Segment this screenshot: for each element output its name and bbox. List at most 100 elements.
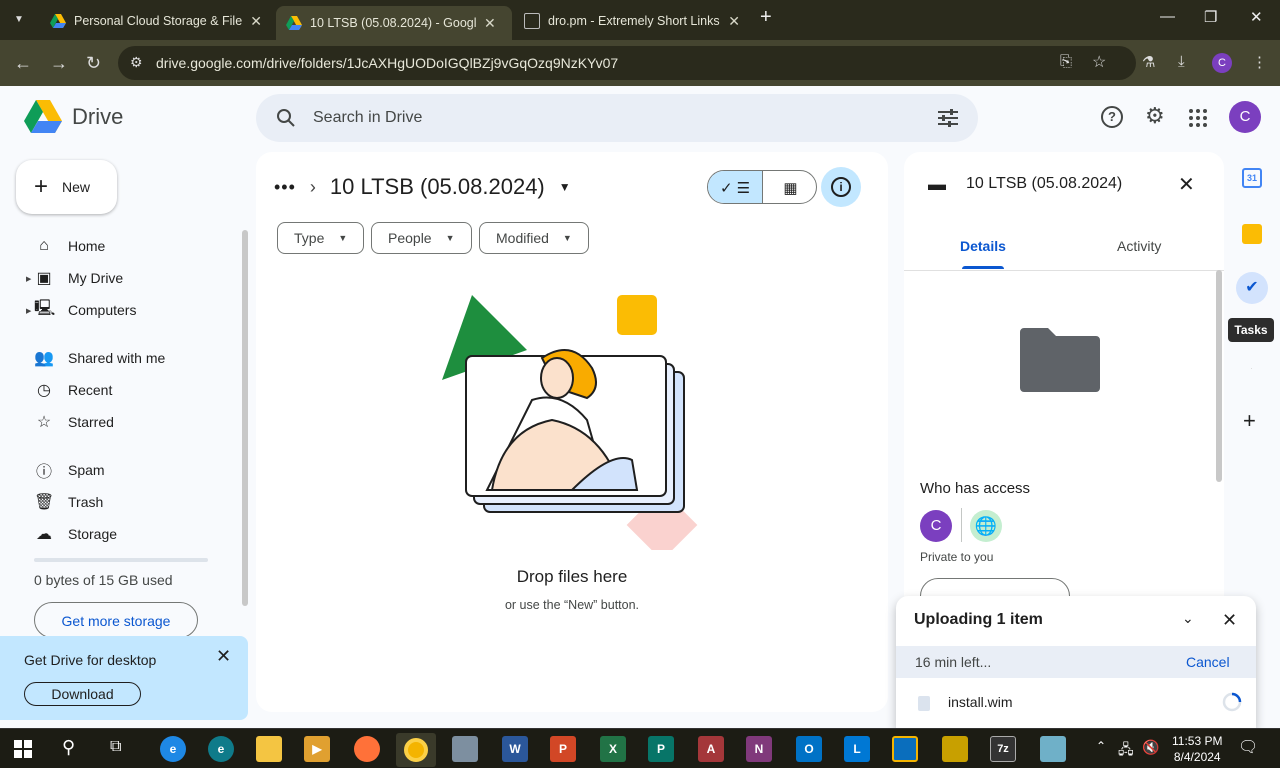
tab-activity[interactable]: Activity [1117, 238, 1161, 254]
close-details-icon[interactable]: ✕ [1178, 172, 1195, 197]
search-bar[interactable]: Search in Drive [256, 94, 978, 142]
sidebar-item-shared[interactable]: 👥 Shared with me [34, 346, 165, 370]
more-ancestors-icon[interactable]: ••• [274, 177, 296, 198]
expand-caret-icon[interactable]: ▶ [26, 275, 31, 283]
browser-profile-avatar[interactable]: C [1212, 53, 1232, 73]
close-window-icon[interactable]: ✕ [1250, 8, 1263, 26]
firefox-icon[interactable] [354, 736, 380, 762]
app-icon[interactable] [892, 736, 918, 762]
close-upload-icon[interactable]: ✕ [1222, 610, 1237, 631]
sidebar-item-storage[interactable]: ☁ Storage [34, 522, 117, 546]
sidebar-scrollbar[interactable] [242, 230, 248, 606]
sidebar-item-spam[interactable]: ⓘ Spam [34, 458, 105, 482]
notepad-icon[interactable] [1040, 736, 1066, 762]
list-view-button[interactable]: ✓ ☰ [708, 171, 763, 203]
browser-tab-active[interactable]: 10 LTSB (05.08.2024) - Google D ✕ [276, 6, 512, 40]
sidebar-item-label: Trash [68, 494, 104, 510]
keep-icon[interactable] [1242, 224, 1262, 244]
sidebar-item-my-drive[interactable]: ▣ My Drive [34, 266, 123, 290]
download-button[interactable]: Download [24, 682, 141, 706]
folder-title[interactable]: 10 LTSB (05.08.2024) [330, 174, 545, 200]
access-icon[interactable]: A [698, 736, 724, 762]
sidebar-item-home[interactable]: ⌂ Home [34, 234, 105, 258]
access-avatar[interactable]: C [920, 510, 952, 542]
network-app-icon[interactable] [452, 736, 478, 762]
edge-icon[interactable]: e [208, 736, 234, 762]
file-explorer-icon[interactable] [256, 736, 282, 762]
close-promo-icon[interactable]: ✕ [216, 646, 231, 667]
access-divider [961, 508, 962, 542]
filter-people-chip[interactable]: People ▼ [371, 222, 472, 254]
excel-icon[interactable]: X [600, 736, 626, 762]
folder-menu-caret-icon[interactable]: ▼ [559, 180, 571, 194]
browser-menu-icon[interactable]: ⋮ [1252, 53, 1267, 71]
view-toggle[interactable]: ✓ ☰ ▦ [707, 170, 817, 204]
search-input[interactable]: Search in Drive [313, 109, 422, 127]
google-apps-icon[interactable] [1189, 109, 1207, 127]
new-button[interactable]: + New [16, 160, 117, 214]
url-bar[interactable]: ⚙ drive.google.com/drive/folders/1JcAXHg… [118, 46, 1136, 80]
grid-view-button[interactable]: ▦ [763, 171, 816, 203]
search-icon[interactable] [276, 108, 296, 128]
browser-tab[interactable]: Personal Cloud Storage & File S ✕ [40, 6, 272, 36]
sidebar-item-computers[interactable]: 🖳 Computers [34, 298, 136, 322]
sidebar-item-starred[interactable]: ☆ Starred [34, 410, 114, 434]
ie-icon[interactable]: e [160, 736, 186, 762]
taskbar-clock[interactable]: 11:53 PM 8/4/2024 [1172, 733, 1222, 765]
labs-flask-icon[interactable]: ⚗ [1142, 53, 1155, 71]
cancel-upload-link[interactable]: Cancel [1186, 654, 1230, 670]
account-avatar[interactable]: C [1229, 101, 1261, 133]
restore-icon[interactable]: ❐ [1204, 8, 1217, 26]
url-text[interactable]: drive.google.com/drive/folders/1JcAXHgUO… [156, 55, 618, 71]
lync-icon[interactable]: L [844, 736, 870, 762]
expand-caret-icon[interactable]: ▶ [26, 307, 31, 315]
network-tray-icon[interactable]: 🖧 [1118, 739, 1134, 763]
sidebar-item-recent[interactable]: ◷ Recent [34, 378, 112, 402]
outlook-icon[interactable]: O [796, 736, 822, 762]
task-view-icon[interactable]: ⧉ [110, 738, 121, 756]
search-options-icon[interactable] [938, 109, 958, 127]
tab-details[interactable]: Details [960, 238, 1006, 254]
site-info-icon[interactable]: ⚙ [130, 54, 143, 71]
onenote-icon[interactable]: N [746, 736, 772, 762]
add-addon-icon[interactable]: + [1243, 408, 1256, 434]
reload-icon[interactable]: ↻ [86, 53, 101, 74]
7zip-icon[interactable]: 7z [990, 736, 1016, 762]
get-more-storage-button[interactable]: Get more storage [34, 602, 198, 638]
filter-type-chip[interactable]: Type ▼ [277, 222, 365, 254]
tasks-icon[interactable]: ✔ [1236, 272, 1268, 304]
volume-muted-icon[interactable]: 🔇 [1142, 739, 1159, 756]
install-app-icon[interactable]: ⎘ [1060, 53, 1072, 70]
minimize-icon[interactable]: — [1160, 8, 1175, 25]
taskbar-search-icon[interactable]: ⚲ [62, 737, 75, 758]
forward-icon[interactable]: → [50, 53, 68, 74]
media-player-icon[interactable]: ▶ [304, 736, 330, 762]
browser-tab[interactable]: dro.pm - Extremely Short Links ✕ [514, 6, 750, 36]
chrome-taskbar-button[interactable] [396, 733, 436, 767]
back-icon[interactable]: ← [14, 53, 32, 74]
drive-logo[interactable]: Drive [24, 100, 123, 134]
notifications-icon[interactable]: 🗨 [1238, 737, 1258, 757]
tab-search-icon[interactable]: ▼ [8, 8, 30, 30]
sidebar-item-trash[interactable]: 🗑 Trash [34, 490, 103, 514]
word-icon[interactable]: W [502, 736, 528, 762]
collapse-chevron-icon[interactable]: ⌄ [1182, 610, 1194, 627]
windows-start-icon[interactable] [14, 740, 32, 758]
details-scrollbar[interactable] [1216, 270, 1222, 482]
close-tab-icon[interactable]: ✕ [484, 15, 496, 32]
globe-icon[interactable]: 🌐 [970, 510, 1002, 542]
help-icon[interactable]: ? [1101, 106, 1123, 128]
powerpoint-icon[interactable]: P [550, 736, 576, 762]
details-info-button[interactable]: i [821, 167, 861, 207]
close-tab-icon[interactable]: ✕ [250, 13, 262, 30]
settings-gear-icon[interactable]: ⚙ [1145, 103, 1165, 129]
filter-modified-chip[interactable]: Modified ▼ [479, 222, 589, 254]
utility-icon[interactable] [942, 736, 968, 762]
new-tab-icon[interactable]: + [760, 6, 772, 29]
bookmark-star-icon[interactable]: ☆ [1092, 52, 1106, 72]
calendar-icon[interactable]: 31 [1242, 168, 1262, 188]
downloads-icon[interactable]: ⤓ [1178, 53, 1185, 70]
publisher-icon[interactable]: P [648, 736, 674, 762]
tray-chevron-icon[interactable]: ⌃ [1096, 739, 1106, 753]
close-tab-icon[interactable]: ✕ [728, 13, 740, 30]
